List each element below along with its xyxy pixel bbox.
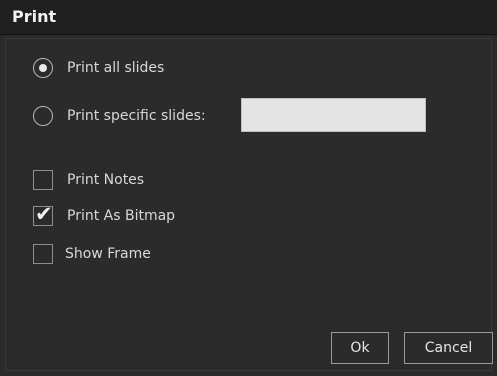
print-specific-slides-radio[interactable] xyxy=(33,106,53,126)
print-notes-label[interactable]: Print Notes xyxy=(67,172,144,188)
ok-button[interactable]: Ok xyxy=(331,332,389,364)
radio-selected-dot xyxy=(39,64,47,72)
print-notes-option[interactable]: Print Notes xyxy=(33,168,144,192)
dialog-title: Print xyxy=(12,7,57,26)
show-frame-checkbox[interactable] xyxy=(33,244,53,264)
print-specific-slides-label[interactable]: Print specific slides: xyxy=(67,108,206,124)
print-all-slides-label[interactable]: Print all slides xyxy=(67,60,164,76)
print-as-bitmap-option[interactable]: ✔ Print As Bitmap xyxy=(33,202,175,228)
specific-slides-input[interactable] xyxy=(241,98,426,132)
print-as-bitmap-label[interactable]: Print As Bitmap xyxy=(67,208,175,224)
print-notes-checkbox[interactable] xyxy=(33,170,53,190)
show-frame-option[interactable]: Show Frame xyxy=(33,242,151,266)
print-all-slides-option[interactable]: Print all slides xyxy=(33,56,164,80)
print-all-slides-radio[interactable] xyxy=(33,58,53,78)
dialog-titlebar[interactable]: Print xyxy=(0,0,497,35)
print-dialog: Print Print all slides Print specific sl… xyxy=(0,0,497,376)
show-frame-label[interactable]: Show Frame xyxy=(65,246,151,262)
checkmark-icon: ✔ xyxy=(35,202,53,226)
print-specific-slides-option[interactable]: Print specific slides: xyxy=(33,104,206,128)
cancel-button[interactable]: Cancel xyxy=(404,332,493,364)
print-as-bitmap-checkbox[interactable]: ✔ xyxy=(33,202,53,226)
